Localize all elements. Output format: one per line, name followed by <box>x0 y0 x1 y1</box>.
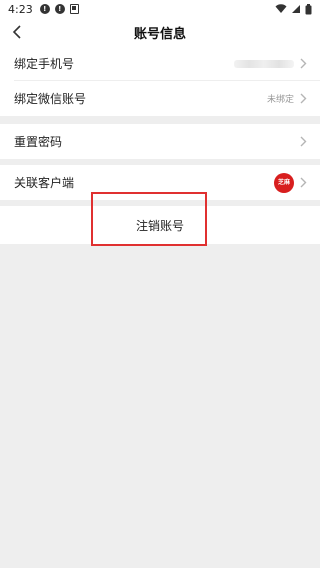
chevron-left-icon <box>12 25 21 39</box>
chevron-right-icon <box>298 136 308 148</box>
navigation-bar: 账号信息 <box>0 18 320 46</box>
alert-circle-icon: ! <box>39 4 50 14</box>
chevron-right-icon <box>298 177 308 189</box>
client-avatar: 芝麻 <box>274 172 294 193</box>
cancel-account-label: 注销账号 <box>135 218 184 233</box>
status-bar: 4:23 ! ! <box>0 0 320 18</box>
bind-phone-label: 绑定手机号 <box>14 57 75 71</box>
alert-circle-icon: ! <box>54 4 65 14</box>
reset-password-row[interactable]: 重置密码 <box>0 124 320 159</box>
linked-client-row[interactable]: 关联客户端 芝麻 <box>0 165 320 200</box>
back-button[interactable] <box>6 21 28 43</box>
masked-phone-number <box>234 59 294 68</box>
binding-group: 绑定手机号 绑定微信账号 未绑定 <box>0 46 320 116</box>
linked-client-group: 关联客户端 芝麻 <box>0 165 320 200</box>
password-group: 重置密码 <box>0 124 320 159</box>
page-title: 账号信息 <box>133 26 186 42</box>
reset-password-label: 重置密码 <box>14 135 63 149</box>
wifi-icon <box>275 4 287 13</box>
bind-wechat-row[interactable]: 绑定微信账号 未绑定 <box>0 81 320 116</box>
status-time: 4:23 <box>8 2 33 16</box>
bind-phone-row[interactable]: 绑定手机号 <box>0 46 320 81</box>
cancel-account-button[interactable]: 注销账号 <box>0 206 320 244</box>
battery-icon <box>305 3 312 14</box>
signal-icon <box>292 5 300 13</box>
chevron-right-icon <box>298 93 308 105</box>
wechat-status-value: 未绑定 <box>266 95 294 105</box>
bind-wechat-label: 绑定微信账号 <box>14 92 87 106</box>
chevron-right-icon <box>298 58 308 70</box>
sim-card-icon <box>69 4 79 14</box>
linked-client-label: 关联客户端 <box>14 176 75 190</box>
